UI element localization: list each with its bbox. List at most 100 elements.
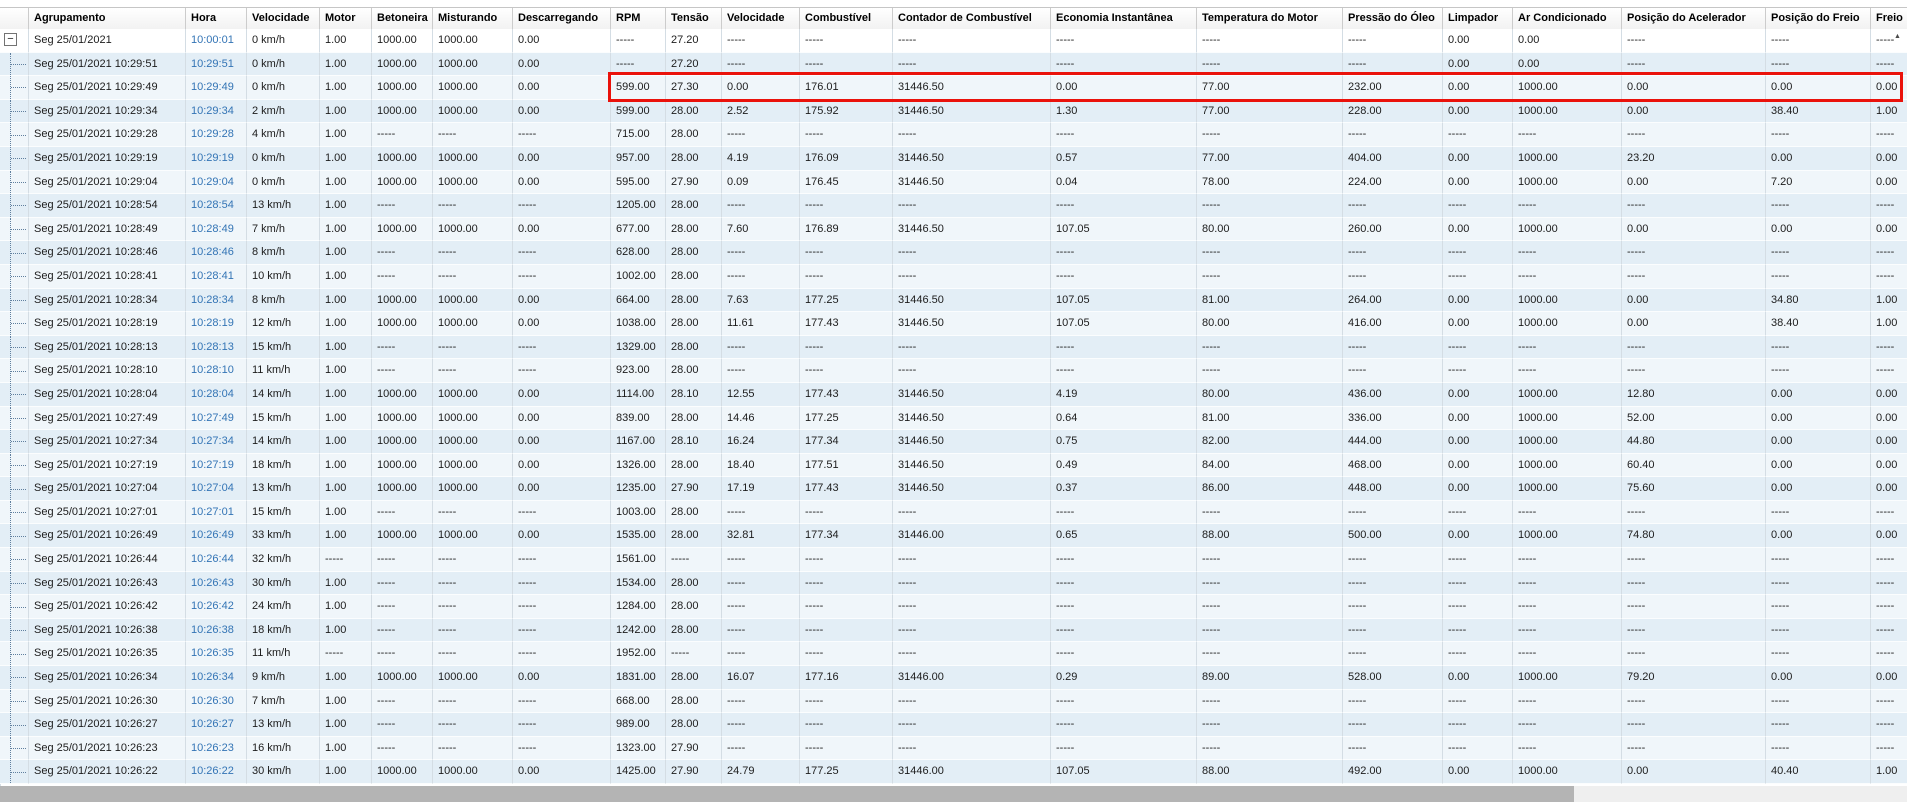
cell-tensao[interactable]: 27.90 — [666, 171, 722, 195]
cell-combustivel[interactable]: 177.51 — [800, 454, 893, 478]
cell-combustivel[interactable]: ----- — [800, 713, 893, 737]
cell-pressao-oleo[interactable]: 448.00 — [1343, 477, 1443, 501]
cell-agrupamento[interactable]: Seg 25/01/2021 10:29:28 — [29, 123, 186, 147]
cell-combustivel[interactable]: ----- — [800, 359, 893, 383]
cell-betoneira[interactable]: ----- — [372, 359, 433, 383]
cell-contador-combustivel[interactable]: ----- — [893, 619, 1051, 643]
column-header-freio[interactable]: Freio — [1871, 8, 1907, 30]
cell-agrupamento[interactable]: Seg 25/01/2021 10:28:04 — [29, 383, 186, 407]
cell-tensao[interactable]: 27.20 — [666, 53, 722, 77]
cell-posicao-acelerador[interactable]: 0.00 — [1622, 312, 1766, 336]
cell-posicao-acelerador[interactable]: ----- — [1622, 53, 1766, 77]
cell-economia-instantanea[interactable]: 107.05 — [1051, 760, 1197, 784]
cell-velocidade[interactable]: 0 km/h — [247, 29, 320, 53]
cell-freio[interactable]: ----- — [1871, 265, 1907, 289]
cell-posicao-freio[interactable]: ----- — [1766, 53, 1871, 77]
cell-betoneira[interactable]: 1000.00 — [372, 760, 433, 784]
cell-posicao-acelerador[interactable]: 0.00 — [1622, 760, 1766, 784]
cell-pressao-oleo[interactable]: ----- — [1343, 548, 1443, 572]
table-row[interactable]: Seg 25/01/2021 10:26:2210:26:2230 km/h1.… — [0, 760, 1907, 784]
cell-pressao-oleo[interactable]: 492.00 — [1343, 760, 1443, 784]
cell-betoneira[interactable]: ----- — [372, 336, 433, 360]
cell-rpm[interactable]: 989.00 — [611, 713, 666, 737]
cell-pressao-oleo[interactable]: 264.00 — [1343, 289, 1443, 313]
cell-posicao-freio[interactable]: ----- — [1766, 548, 1871, 572]
cell-velocidade2[interactable]: 12.55 — [722, 383, 800, 407]
table-row[interactable]: Seg 25/01/2021 10:26:3410:26:349 km/h1.0… — [0, 666, 1907, 690]
cell-velocidade[interactable]: 2 km/h — [247, 100, 320, 124]
cell-velocidade[interactable]: 11 km/h — [247, 359, 320, 383]
cell-motor[interactable]: 1.00 — [320, 666, 372, 690]
cell-freio[interactable]: ----- — [1871, 241, 1907, 265]
cell-agrupamento[interactable]: Seg 25/01/2021 10:29:51 — [29, 53, 186, 77]
cell-economia-instantanea[interactable]: 0.00 — [1051, 76, 1197, 100]
cell-contador-combustivel[interactable]: ----- — [893, 642, 1051, 666]
cell-hora[interactable]: 10:26:30 — [186, 690, 247, 714]
cell-temperatura-motor[interactable]: 81.00 — [1197, 407, 1343, 431]
cell-limpador[interactable]: 0.00 — [1443, 454, 1513, 478]
cell-pressao-oleo[interactable]: 336.00 — [1343, 407, 1443, 431]
cell-economia-instantanea[interactable]: ----- — [1051, 53, 1197, 77]
cell-motor[interactable]: 1.00 — [320, 501, 372, 525]
cell-freio[interactable]: ----- — [1871, 194, 1907, 218]
cell-combustivel[interactable]: ----- — [800, 737, 893, 761]
table-row[interactable]: Seg 25/01/2021 10:26:3810:26:3818 km/h1.… — [0, 619, 1907, 643]
cell-pressao-oleo[interactable]: ----- — [1343, 29, 1443, 53]
cell-combustivel[interactable]: 176.89 — [800, 218, 893, 242]
table-row[interactable]: Seg 25/01/2021 10:27:0410:27:0413 km/h1.… — [0, 477, 1907, 501]
cell-descarregando[interactable]: ----- — [513, 595, 611, 619]
cell-velocidade2[interactable]: ----- — [722, 359, 800, 383]
cell-descarregando[interactable]: 0.00 — [513, 218, 611, 242]
cell-temperatura-motor[interactable]: ----- — [1197, 548, 1343, 572]
cell-posicao-freio[interactable]: ----- — [1766, 619, 1871, 643]
table-row[interactable]: Seg 25/01/2021 10:28:4910:28:497 km/h1.0… — [0, 218, 1907, 242]
cell-pressao-oleo[interactable]: 232.00 — [1343, 76, 1443, 100]
cell-agrupamento[interactable]: Seg 25/01/2021 10:29:34 — [29, 100, 186, 124]
cell-temperatura-motor[interactable]: ----- — [1197, 29, 1343, 53]
cell-betoneira[interactable]: 1000.00 — [372, 312, 433, 336]
cell-pressao-oleo[interactable]: 224.00 — [1343, 171, 1443, 195]
cell-economia-instantanea[interactable]: ----- — [1051, 595, 1197, 619]
cell-ar-condicionado[interactable]: 1000.00 — [1513, 407, 1622, 431]
column-header-velocidade2[interactable]: Velocidade — [722, 8, 800, 30]
column-header-betoneira[interactable]: Betoneira — [372, 8, 433, 30]
cell-misturando[interactable]: 1000.00 — [433, 100, 513, 124]
cell-economia-instantanea[interactable]: 0.75 — [1051, 430, 1197, 454]
cell-misturando[interactable]: ----- — [433, 359, 513, 383]
cell-temperatura-motor[interactable]: 81.00 — [1197, 289, 1343, 313]
cell-limpador[interactable]: 0.00 — [1443, 666, 1513, 690]
column-header-agrupamento[interactable]: Agrupamento — [29, 8, 186, 30]
cell-misturando[interactable]: 1000.00 — [433, 430, 513, 454]
cell-limpador[interactable]: ----- — [1443, 241, 1513, 265]
cell-posicao-acelerador[interactable]: ----- — [1622, 595, 1766, 619]
cell-posicao-acelerador[interactable]: ----- — [1622, 241, 1766, 265]
cell-descarregando[interactable]: 0.00 — [513, 312, 611, 336]
cell-temperatura-motor[interactable]: ----- — [1197, 194, 1343, 218]
cell-ar-condicionado[interactable]: ----- — [1513, 194, 1622, 218]
cell-velocidade[interactable]: 10 km/h — [247, 265, 320, 289]
cell-tensao[interactable]: 28.00 — [666, 241, 722, 265]
cell-motor[interactable]: 1.00 — [320, 430, 372, 454]
cell-economia-instantanea[interactable]: ----- — [1051, 690, 1197, 714]
cell-misturando[interactable]: ----- — [433, 737, 513, 761]
cell-misturando[interactable]: ----- — [433, 123, 513, 147]
cell-tensao[interactable]: 28.00 — [666, 359, 722, 383]
cell-limpador[interactable]: 0.00 — [1443, 760, 1513, 784]
cell-betoneira[interactable]: ----- — [372, 572, 433, 596]
cell-economia-instantanea[interactable]: 0.49 — [1051, 454, 1197, 478]
table-row[interactable]: Seg 25/01/2021 10:26:4310:26:4330 km/h1.… — [0, 572, 1907, 596]
cell-posicao-freio[interactable]: ----- — [1766, 713, 1871, 737]
cell-velocidade[interactable]: 15 km/h — [247, 336, 320, 360]
column-header-limpador[interactable]: Limpador — [1443, 8, 1513, 30]
cell-descarregando[interactable]: ----- — [513, 241, 611, 265]
cell-betoneira[interactable]: 1000.00 — [372, 454, 433, 478]
cell-ar-condicionado[interactable]: 1000.00 — [1513, 76, 1622, 100]
cell-descarregando[interactable]: ----- — [513, 336, 611, 360]
cell-hora[interactable]: 10:28:34 — [186, 289, 247, 313]
cell-tensao[interactable]: ----- — [666, 548, 722, 572]
cell-temperatura-motor[interactable]: 80.00 — [1197, 312, 1343, 336]
cell-rpm[interactable]: 957.00 — [611, 147, 666, 171]
cell-velocidade2[interactable]: 32.81 — [722, 524, 800, 548]
cell-motor[interactable]: 1.00 — [320, 241, 372, 265]
cell-combustivel[interactable]: ----- — [800, 595, 893, 619]
